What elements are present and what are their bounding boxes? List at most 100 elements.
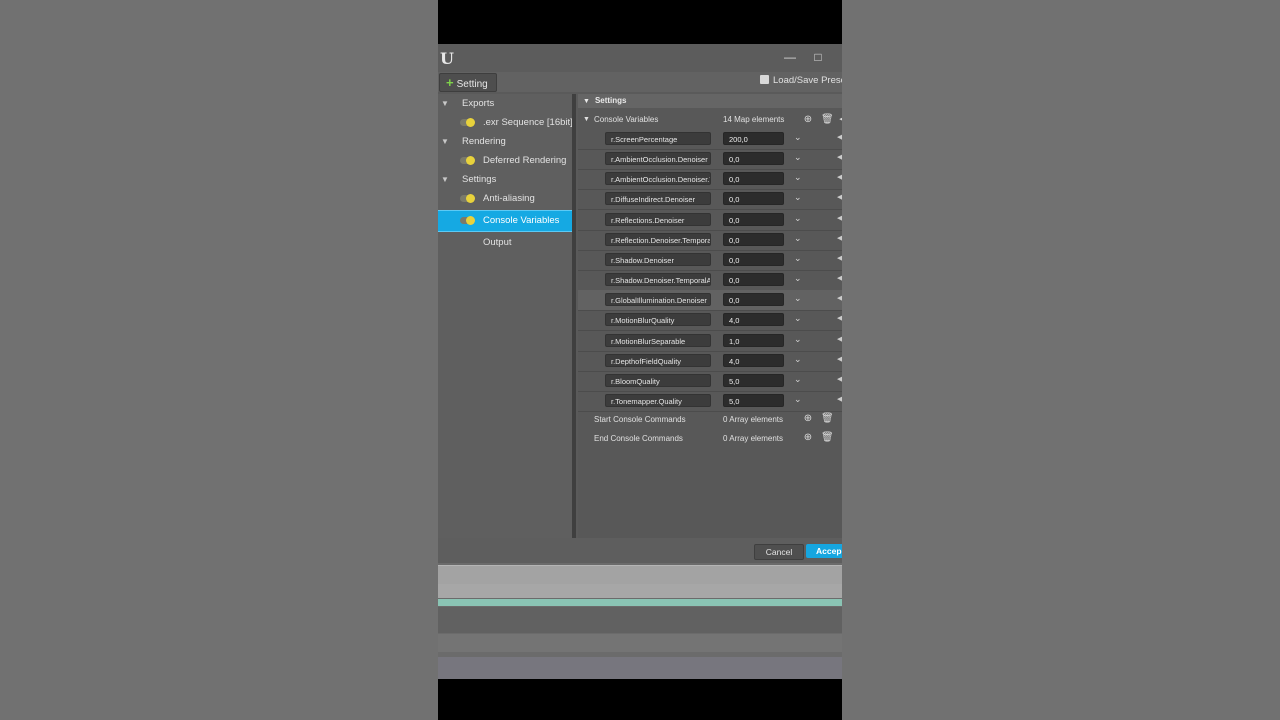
cvar-key-field[interactable]: r.Reflection.Denoiser.TemporalAccumulati…: [605, 232, 711, 246]
cvar-value-field[interactable]: 0,0: [723, 172, 784, 186]
cancel-button[interactable]: Cancel: [754, 544, 804, 560]
cvar-key-field[interactable]: r.Reflections.Denoiser: [605, 212, 711, 226]
cvar-value-field[interactable]: 0,0: [723, 212, 784, 226]
minimize-icon[interactable]: —: [783, 50, 797, 64]
map-element-count: 14 Map elements: [723, 115, 785, 124]
accept-button[interactable]: Accep: [806, 544, 842, 558]
tree-category-rendering[interactable]: ▼ Rendering: [438, 132, 572, 152]
trash-icon[interactable]: 🗑: [821, 414, 834, 424]
cvar-key-field[interactable]: r.GlobalIllumination.Denoiser: [605, 293, 711, 307]
expand-arrow-icon[interactable]: ▼: [441, 170, 449, 190]
add-setting-button[interactable]: + Setting: [439, 73, 497, 92]
cvar-value-field[interactable]: 0,0: [723, 273, 784, 287]
reset-arrow-icon[interactable]: ◀: [837, 193, 842, 201]
cvar-key-field[interactable]: r.Shadow.Denoiser.TemporalAccumulation: [605, 273, 711, 287]
expand-arrow-icon[interactable]: ▼: [441, 94, 449, 114]
enable-toggle-icon[interactable]: [460, 156, 475, 165]
enable-toggle-icon[interactable]: [460, 194, 475, 203]
cvar-value-field[interactable]: 4,0: [723, 353, 784, 367]
enable-toggle-icon[interactable]: [460, 118, 475, 127]
row-options-chevron-icon[interactable]: ⌄: [794, 394, 802, 405]
tree-item-exr-sequence[interactable]: .exr Sequence [16bit]: [438, 113, 573, 133]
settings-section-header[interactable]: ▼ Settings: [578, 94, 842, 108]
add-element-icon[interactable]: ⊕: [803, 433, 813, 443]
cvar-value-field[interactable]: 0,0: [723, 192, 784, 206]
cvar-value-field[interactable]: 0,0: [723, 152, 784, 166]
cvar-value-field[interactable]: 5,0: [723, 393, 784, 407]
cvar-value-field[interactable]: 1,0: [723, 333, 784, 347]
collapse-arrow-icon[interactable]: ▼: [583, 98, 590, 105]
row-options-chevron-icon[interactable]: ⌄: [794, 192, 802, 203]
cvar-value-field[interactable]: 0,0: [723, 252, 784, 266]
tree-item-console-variables[interactable]: Console Variables: [438, 210, 573, 232]
reset-arrow-icon[interactable]: ◀: [837, 133, 842, 141]
enable-toggle-icon[interactable]: [460, 216, 475, 225]
cvar-key-field[interactable]: r.MotionBlurSeparable: [605, 333, 711, 347]
row-options-chevron-icon[interactable]: ⌄: [794, 152, 802, 163]
cvar-key-field[interactable]: r.MotionBlurQuality: [605, 313, 711, 327]
cvar-value-field[interactable]: 0,0: [723, 232, 784, 246]
row-options-chevron-icon[interactable]: ⌄: [794, 293, 802, 304]
cvar-value-field[interactable]: 5,0: [723, 373, 784, 387]
cvar-key-field[interactable]: r.AmbientOcclusion.Denoiser: [605, 152, 711, 166]
reset-arrow-icon[interactable]: ◀: [837, 375, 842, 383]
tree-item-output[interactable]: Output: [438, 233, 572, 253]
cvar-key-field[interactable]: r.AmbientOcclusion.Denoiser.TemporalAccu…: [605, 172, 711, 186]
tree-category-exports[interactable]: ▼ Exports: [438, 94, 572, 114]
reset-arrow-icon[interactable]: ◀: [837, 355, 842, 363]
row-options-chevron-icon[interactable]: ⌄: [794, 374, 802, 385]
panel-splitter[interactable]: [572, 94, 576, 538]
reset-arrow-icon[interactable]: ◀: [837, 395, 842, 403]
console-variable-row: r.AmbientOcclusion.Denoiser 0,0 ⌄ ◀: [578, 149, 842, 171]
reset-arrow-icon[interactable]: ◀: [837, 153, 842, 161]
row-options-chevron-icon[interactable]: ⌄: [794, 273, 802, 284]
row-options-chevron-icon[interactable]: ⌄: [794, 253, 802, 264]
cvar-value-field[interactable]: 200,0: [723, 132, 784, 145]
row-options-chevron-icon[interactable]: ⌄: [794, 313, 802, 324]
console-variables-header[interactable]: ▼ Console Variables 14 Map elements ⊕ 🗑 …: [578, 111, 842, 128]
start-commands-count: 0 Array elements: [723, 415, 784, 424]
row-options-chevron-icon[interactable]: ⌄: [794, 233, 802, 244]
tree-item-deferred-rendering[interactable]: Deferred Rendering: [438, 151, 572, 171]
reset-arrow-icon[interactable]: ◀: [837, 214, 842, 222]
reset-arrow-icon[interactable]: ◀: [837, 115, 842, 125]
console-variable-row: r.Tonemapper.Quality 5,0 ⌄ ◀: [578, 391, 842, 412]
cvar-key-field[interactable]: r.Tonemapper.Quality: [605, 393, 711, 407]
reset-arrow-icon[interactable]: ◀: [837, 314, 842, 322]
cvar-key-field[interactable]: r.DiffuseIndirect.Denoiser: [605, 192, 711, 206]
cvar-key-field[interactable]: r.Shadow.Denoiser: [605, 252, 711, 266]
load-save-preset-button[interactable]: Load/Save Prese: [760, 75, 842, 86]
tree-item-anti-aliasing[interactable]: Anti-aliasing: [438, 189, 572, 209]
row-options-chevron-icon[interactable]: ⌄: [794, 354, 802, 365]
reset-arrow-icon[interactable]: ◀: [837, 234, 842, 242]
add-element-icon[interactable]: ⊕: [803, 414, 813, 424]
reset-arrow-icon[interactable]: ◀: [837, 173, 842, 181]
cvar-key-field[interactable]: r.ScreenPercentage: [605, 132, 711, 145]
row-options-chevron-icon[interactable]: ⌄: [794, 132, 802, 143]
reset-arrow-icon[interactable]: ◀: [837, 274, 842, 282]
console-variable-row: r.GlobalIllumination.Denoiser 0,0 ⌄ ◀: [578, 290, 842, 312]
reset-arrow-icon[interactable]: ◀: [837, 335, 842, 343]
add-element-icon[interactable]: ⊕: [803, 115, 813, 125]
title-bar: U — □: [438, 44, 842, 72]
row-options-chevron-icon[interactable]: ⌄: [794, 213, 802, 224]
console-variable-row: r.Reflections.Denoiser 0,0 ⌄ ◀: [578, 210, 842, 231]
cvar-value-field[interactable]: 4,0: [723, 313, 784, 327]
maximize-icon[interactable]: □: [811, 50, 825, 64]
expand-arrow-icon[interactable]: ▼: [441, 132, 449, 152]
cvar-key-field[interactable]: r.BloomQuality: [605, 373, 711, 387]
reset-arrow-icon[interactable]: ◀: [837, 254, 842, 262]
row-options-chevron-icon[interactable]: ⌄: [794, 334, 802, 345]
reset-arrow-icon[interactable]: ◀: [837, 294, 842, 302]
collapse-arrow-icon[interactable]: ▼: [583, 111, 590, 128]
tree-category-settings[interactable]: ▼ Settings: [438, 170, 572, 190]
tree-item-label: .exr Sequence [16bit]: [483, 117, 573, 128]
cvar-key-field[interactable]: r.DepthofFieldQuality: [605, 353, 711, 367]
trash-icon[interactable]: 🗑: [821, 433, 834, 443]
cvar-value-field[interactable]: 0,0: [723, 293, 784, 307]
end-commands-label: End Console Commands: [594, 434, 683, 443]
row-options-chevron-icon[interactable]: ⌄: [794, 172, 802, 183]
end-console-commands-row: End Console Commands 0 Array elements ⊕ …: [578, 429, 842, 448]
trash-icon[interactable]: 🗑: [821, 115, 834, 125]
sequencer-track: [438, 657, 842, 679]
